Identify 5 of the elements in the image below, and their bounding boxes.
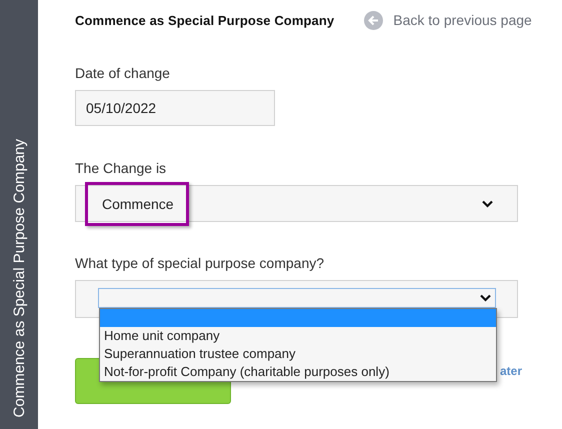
sidebar-title: Commence as Special Purpose Company [10,138,28,417]
field-label: The Change is [75,160,168,176]
field-label: What type of special purpose company? [75,255,326,271]
field-label: Date of change [75,65,171,81]
page-title: Commence as Special Purpose Company [75,12,334,28]
